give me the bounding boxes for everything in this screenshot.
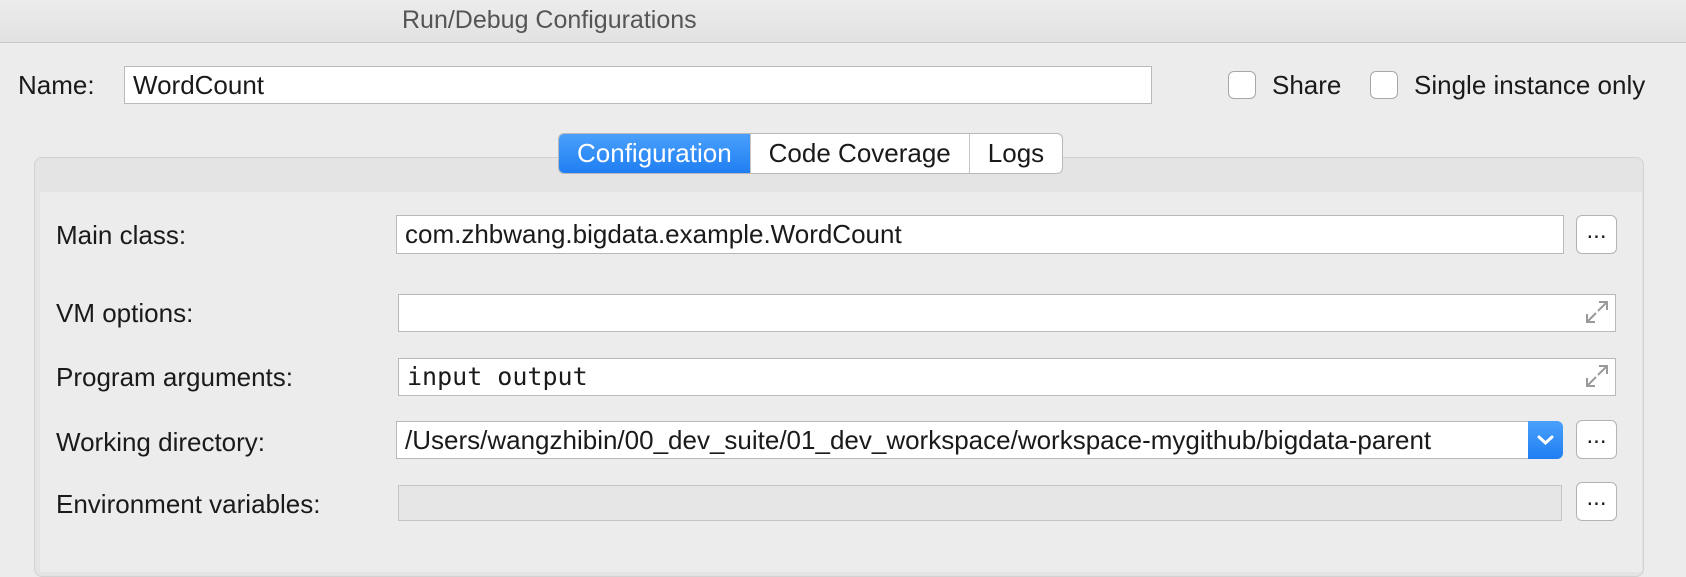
tab-logs[interactable]: Logs (970, 134, 1062, 173)
vm-options-label: VM options: (56, 298, 194, 328)
share-checkbox[interactable] (1228, 71, 1256, 99)
env-vars-label: Environment variables: (56, 489, 321, 519)
window-titlebar: Run/Debug Configurations (0, 0, 1686, 43)
tab-bar: Configuration Code Coverage Logs (558, 133, 1064, 174)
expand-icon[interactable] (1584, 363, 1610, 389)
working-dir-label: Working directory: (56, 427, 266, 457)
single-instance-checkbox[interactable] (1370, 71, 1398, 99)
working-dir-browse-button[interactable]: ... (1576, 420, 1617, 459)
single-instance-label: Single instance only (1414, 70, 1646, 100)
working-dir-dropdown-button[interactable] (1528, 421, 1563, 459)
share-label: Share (1272, 70, 1342, 100)
main-class-input[interactable]: com.zhbwang.bigdata.example.WordCount (396, 215, 1564, 254)
program-args-label: Program arguments: (56, 362, 293, 392)
name-label: Name: (18, 70, 95, 100)
working-dir-input[interactable]: /Users/wangzhibin/00_dev_suite/01_dev_wo… (396, 421, 1530, 459)
expand-icon[interactable] (1584, 299, 1610, 325)
window-title: Run/Debug Configurations (402, 6, 697, 34)
main-class-label: Main class: (56, 220, 187, 250)
program-args-input[interactable]: input output (398, 358, 1616, 396)
main-class-browse-button[interactable]: ... (1576, 215, 1617, 254)
chevron-down-icon (1537, 435, 1554, 446)
vm-options-input[interactable] (398, 294, 1616, 332)
env-vars-browse-button[interactable]: ... (1576, 482, 1617, 521)
tab-configuration[interactable]: Configuration (559, 134, 751, 173)
env-vars-input[interactable] (398, 485, 1562, 521)
tab-code-coverage[interactable]: Code Coverage (751, 134, 970, 173)
name-input[interactable]: WordCount (124, 66, 1152, 104)
